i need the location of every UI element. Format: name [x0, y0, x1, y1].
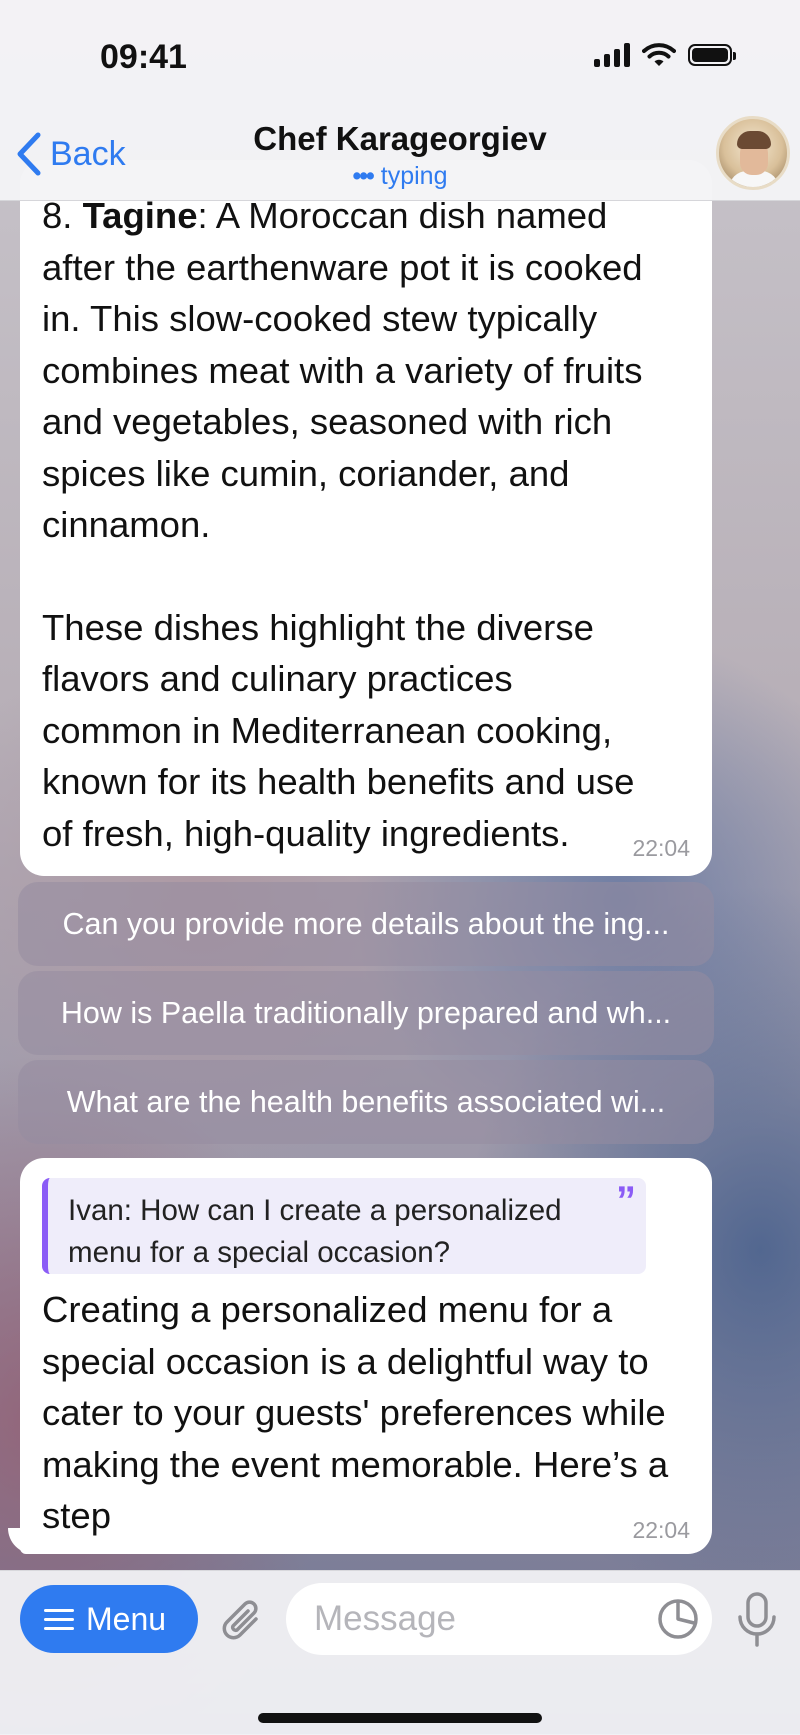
back-button[interactable]: Back: [16, 132, 126, 176]
reply-quote-text: Ivan: How can I create a personalized me…: [68, 1194, 562, 1269]
navigation-header: 09:41 Back Chef Karageorgiev ••• typing: [0, 0, 800, 201]
typing-status-text: typing: [380, 162, 448, 190]
menu-label: Menu: [86, 1600, 167, 1637]
status-icons: [594, 42, 736, 68]
battery-icon: [688, 44, 736, 66]
quick-reply-button[interactable]: What are the health benefits associated …: [18, 1060, 714, 1144]
back-label: Back: [50, 134, 126, 173]
attach-icon[interactable]: [218, 1597, 266, 1645]
message-time: 22:04: [632, 1517, 690, 1543]
message-time: 22:04: [632, 835, 690, 861]
wifi-icon: [642, 43, 676, 66]
home-indicator: [258, 1713, 542, 1723]
microphone-icon[interactable]: [734, 1591, 780, 1649]
quick-reply-button[interactable]: How is Paella traditionally prepared and…: [18, 971, 714, 1055]
sticker-icon[interactable]: [656, 1597, 700, 1641]
chat-title[interactable]: Chef Karageorgiev: [200, 120, 600, 158]
menu-button[interactable]: Menu: [20, 1585, 198, 1653]
message-bubble[interactable]: Ivan: How can I create a personalized me…: [20, 1158, 712, 1554]
message-text: 8. Tagine: A Moroccan dish named after t…: [42, 195, 643, 545]
typing-dots-icon: •••: [352, 162, 375, 190]
avatar[interactable]: [716, 116, 790, 190]
menu-icon: [44, 1608, 74, 1630]
quick-reply-button[interactable]: Can you provide more details about the i…: [18, 882, 714, 966]
quote-icon: ”: [616, 1179, 636, 1223]
message-text: Creating a personalized menu for a speci…: [42, 1289, 669, 1536]
message-placeholder: Message: [314, 1599, 457, 1638]
chevron-left-icon: [17, 132, 41, 176]
status-time: 09:41: [100, 38, 187, 76]
reply-quote[interactable]: Ivan: How can I create a personalized me…: [42, 1178, 646, 1274]
cellular-signal-icon: [594, 43, 630, 67]
message-bubble[interactable]: 8. Tagine: A Moroccan dish named after t…: [20, 160, 712, 876]
typing-status: ••• typing: [300, 162, 500, 191]
message-text-paragraph: These dishes highlight the diverse flavo…: [42, 606, 635, 854]
input-bar: Menu Message: [0, 1570, 800, 1735]
message-input[interactable]: Message: [286, 1583, 712, 1655]
